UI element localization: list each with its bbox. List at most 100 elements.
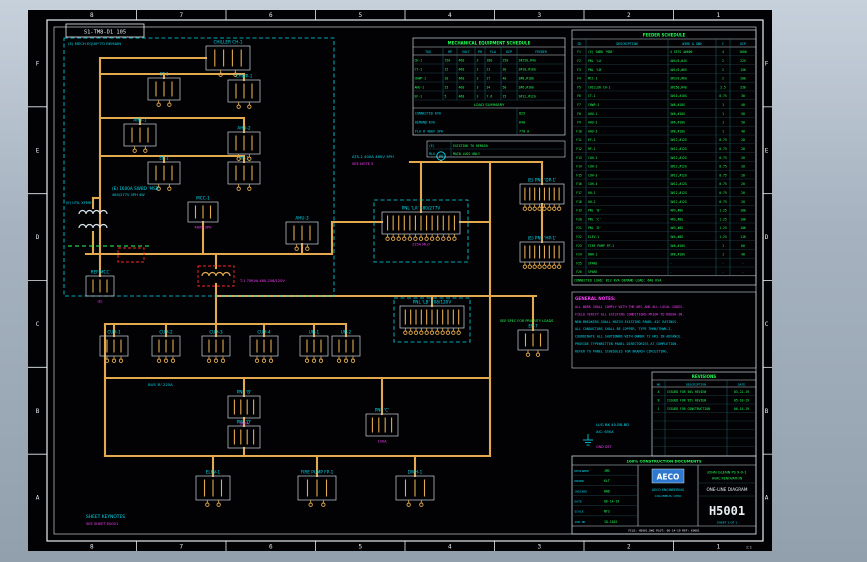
zone-col-bottom: 6 — [269, 544, 273, 551]
svg-text:F16: F16 — [576, 182, 582, 186]
zone-row-right: A — [765, 495, 769, 502]
feeder-schedule-title: FEEDER SCHEDULE — [643, 33, 686, 38]
svg-text:3#8,#10G: 3#8,#10G — [670, 103, 685, 107]
sheet-of: SHEET 1 OF 1 — [717, 521, 738, 525]
zone-row-right: C — [765, 321, 769, 328]
svg-text:CUH-2: CUH-2 — [588, 165, 597, 169]
svg-text:-: - — [742, 261, 744, 265]
svg-text:(E): (E) — [429, 144, 435, 148]
zone-col-bottom: 4 — [448, 544, 452, 551]
component-label: PNL 'B' — [237, 390, 252, 395]
svg-text:FIRE PUMP FP-1: FIRE PUMP FP-1 — [588, 244, 614, 248]
svg-text:3#12,#12G: 3#12,#12G — [519, 95, 536, 99]
zone-row-left: A — [36, 495, 40, 502]
svg-text:MAIN LUGS ONLY: MAIN LUGS ONLY — [453, 152, 480, 156]
svg-text:F7: F7 — [577, 103, 581, 107]
svg-text:RF-1: RF-1 — [588, 147, 596, 151]
svg-text:1.25: 1.25 — [719, 217, 727, 221]
svg-text:4#3,#8G: 4#3,#8G — [670, 217, 683, 221]
svg-text:20: 20 — [741, 138, 745, 142]
svg-text:3#6,#10G: 3#6,#10G — [519, 86, 534, 90]
svg-text:MCC-1: MCC-1 — [588, 77, 597, 81]
component-label: EF-1 — [159, 156, 169, 161]
svg-text:F14: F14 — [576, 165, 582, 169]
svg-text:30: 30 — [741, 94, 745, 98]
svg-text:CH-1: CH-1 — [415, 59, 423, 63]
svg-text:0.75: 0.75 — [719, 191, 727, 195]
svg-text:20: 20 — [741, 173, 745, 177]
svg-text:SPARE: SPARE — [588, 261, 597, 265]
equipment-schedule-title: MECHANICAL EQUIPMENT SCHEDULE — [448, 41, 531, 46]
svg-text:PNL 'D': PNL 'D' — [588, 226, 601, 230]
svg-text:3: 3 — [477, 95, 479, 99]
svg-text:PNL 'B': PNL 'B' — [588, 209, 601, 213]
zone-col-bottom: 1 — [716, 544, 720, 551]
component-label: CHILLER CH-1 — [213, 40, 242, 45]
svg-text:460: 460 — [459, 86, 465, 90]
svg-text:F21: F21 — [576, 226, 582, 230]
phase-banner: 100% CONSTRUCTION DOCUMENTS — [626, 458, 701, 463]
component-label: CUH-4 — [257, 330, 271, 335]
svg-text:3#3/0,#6G: 3#3/0,#6G — [670, 77, 687, 81]
svg-text:3#10,#10G: 3#10,#10G — [519, 68, 536, 72]
svg-text:460: 460 — [459, 95, 465, 99]
svg-text:F18: F18 — [576, 200, 582, 204]
field-label: DESIGNED — [575, 469, 590, 473]
svg-text:2: 2 — [722, 59, 724, 63]
svg-text:B: B — [658, 399, 660, 403]
svg-text:3: 3 — [477, 77, 479, 81]
svg-text:3#12,#12G: 3#12,#12G — [670, 173, 687, 177]
cad-canvas[interactable]: 8 8 7 7 6 6 5 5 4 4 3 3 2 2 1 1 F F E E D D C C B B A A 1:1 S1-TM8-D… — [0, 0, 867, 562]
svg-text:150: 150 — [445, 59, 451, 63]
svg-text:CHWP-1: CHWP-1 — [415, 77, 427, 81]
svg-text:3#12,#12G: 3#12,#12G — [670, 200, 687, 204]
svg-text:06-14-19: 06-14-19 — [734, 407, 749, 411]
svg-text:-: - — [722, 261, 724, 265]
note-line: REFER TO PANEL SCHEDULES FOR BRANCH CIRC… — [575, 349, 668, 353]
svg-text:460: 460 — [459, 59, 465, 63]
svg-text:AHU-3: AHU-3 — [588, 129, 597, 133]
svg-text:0.75: 0.75 — [719, 156, 727, 160]
component-label: AHU-2 — [237, 126, 251, 131]
svg-text:250: 250 — [740, 85, 746, 89]
zone-row-left: F — [36, 60, 40, 67]
svg-text:1.25: 1.25 — [719, 226, 727, 230]
zone-row-left: C — [36, 321, 40, 328]
field-label: SCALE — [575, 510, 584, 514]
annotation-11: BUS 'B' 225A — [148, 382, 173, 387]
zone-col-bottom: 3 — [537, 544, 541, 551]
svg-text:ID: ID — [577, 42, 581, 46]
svg-text:F13: F13 — [576, 156, 582, 160]
svg-text:4#4/0,#4G: 4#4/0,#4G — [670, 59, 687, 63]
svg-text:200: 200 — [740, 77, 746, 81]
svg-text:225: 225 — [740, 59, 746, 63]
titleblock-footer: FILE: H5001.DWG PLOT: 06-14-19 REF: E000… — [628, 529, 700, 533]
field-label: DRAWN — [575, 479, 584, 483]
firm-city: COLUMBUS, OHIO — [655, 494, 682, 498]
svg-text:7.6: 7.6 — [487, 95, 493, 99]
svg-text:PH: PH — [478, 50, 482, 54]
svg-text:180: 180 — [487, 59, 493, 63]
zone-col-bottom: 7 — [179, 544, 183, 551]
component-label: PNL 'LB' 208/120V — [413, 300, 452, 305]
svg-text:3: 3 — [477, 68, 479, 72]
firm-name: AECO ENGINEERING — [652, 488, 685, 492]
zone-col-top: 7 — [179, 12, 183, 19]
svg-text:4 SETS 4#600: 4 SETS 4#600 — [670, 50, 692, 54]
svg-text:1: 1 — [722, 103, 724, 107]
svg-text:F19: F19 — [576, 209, 582, 213]
svg-text:DESCRIPTION: DESCRIPTION — [616, 42, 637, 46]
component-label: FIRE PUMP FP-1 — [301, 470, 334, 475]
drawing-sheet[interactable]: 8877665544332211F FE ED DC CB BA A1:1 S1-TM8-D… — [0, 0, 867, 562]
component-label: MCC-1 — [196, 196, 210, 201]
svg-text:3#12,#12G: 3#12,#12G — [670, 191, 687, 195]
annotation-12: T-1 75KVA 480-208/120V — [239, 279, 285, 283]
component-label: REF MCC — [91, 270, 110, 275]
svg-text:3#8,#10G: 3#8,#10G — [670, 253, 685, 257]
svg-text:F9: F9 — [577, 121, 581, 125]
annotation-13: M — [439, 154, 443, 159]
zone-row-left: E — [36, 147, 40, 154]
svg-text:3: 3 — [477, 86, 479, 90]
component-sublabel: 480V 3PH — [194, 226, 212, 230]
svg-text:5: 5 — [445, 95, 447, 99]
